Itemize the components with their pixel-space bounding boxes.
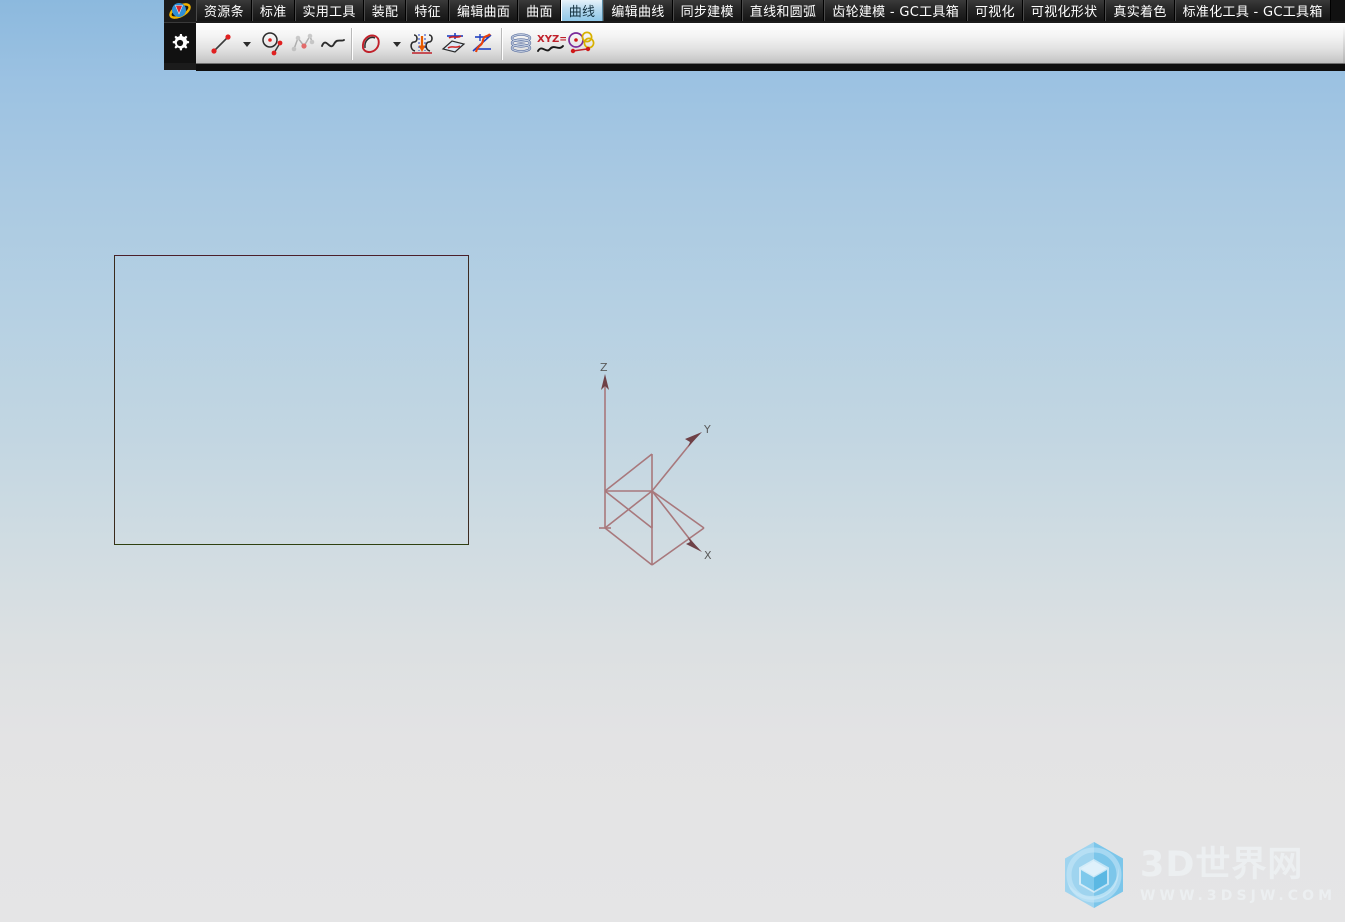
tab-standardization-gc[interactable]: 标准化工具 - GC工具箱 [1174,0,1331,21]
nx-application-window: Z Y X 3D世界网 WWW.3DSJW.COM 资源条 标准 实用工具 装配… [0,0,1345,922]
datum-csys[interactable]: Z Y X [578,360,738,570]
csys-xy-edge-2 [604,527,653,566]
tab-label: 资源条 [204,5,244,20]
tab-label: 编辑曲线 [611,5,665,20]
toolbar-polyline[interactable] [288,27,318,61]
chevron-down-icon [243,42,251,47]
toolbar-sketch-dropdown[interactable] [386,27,408,61]
offset-curve-icon [410,34,433,54]
csys-xy-edge-4 [651,490,705,529]
tab-edit-surface[interactable]: 编辑曲面 [448,0,519,21]
tab-label: 曲线 [568,5,596,20]
cube-hexagon-logo-icon [1065,842,1123,908]
helix-icon [510,33,532,53]
toolbar-under-shadow [196,63,1345,71]
tab-assembly[interactable]: 装配 [363,0,407,21]
tab-label: 直线和圆弧 [749,5,817,20]
polyline-icon [291,33,315,52]
spline-icon [321,39,345,48]
csys-x-label: X [704,549,712,562]
arc-circle-icon [262,32,283,56]
site-watermark: 3D世界网 WWW.3DSJW.COM [1058,838,1333,912]
tab-label: 标准化工具 - GC工具箱 [1182,5,1323,20]
sketch-rectangle[interactable] [114,255,469,545]
toolbar-line[interactable] [206,27,236,61]
toolbar-offset-curve[interactable] [408,27,438,61]
tab-gear-modeling-gc[interactable]: 齿轮建模 - GC工具箱 [824,0,967,21]
toolbar-group-basic-curves [206,25,348,63]
tab-true-shading[interactable]: 真实着色 [1105,0,1175,21]
toolbar-helix[interactable] [506,27,536,61]
csys-y-arrow [685,432,702,447]
csys-yz-edge-1 [604,453,653,492]
menu-gear-button[interactable] [164,22,196,63]
left-dock-strip [164,0,197,70]
toolbar-sketch-curve[interactable] [356,27,386,61]
tab-label: 装配 [371,5,399,20]
tab-label: 可视化形状 [1030,5,1098,20]
csys-y-label: Y [703,423,711,436]
chevron-down-icon [393,42,401,47]
tabbar-empty-area [1330,0,1345,21]
tab-visual-shape[interactable]: 可视化形状 [1022,0,1106,21]
sketch-curve-icon [362,34,380,53]
law-curve-label: XYZ= [537,34,566,45]
law-curve-xyz-icon: XYZ= [537,34,566,52]
line-icon [211,34,231,54]
toolbar-separator-2 [501,28,503,60]
watermark-title: 3D世界网 [1140,844,1304,885]
toolbar-intersect-curve[interactable] [468,27,498,61]
toolbar-law-curve[interactable]: XYZ= [536,27,566,61]
toolbar-line-dropdown[interactable] [236,27,258,61]
tab-label: 曲面 [526,5,553,20]
tab-label: 齿轮建模 - GC工具箱 [832,5,959,20]
tab-label: 可视化 [975,5,1015,20]
tab-label: 同步建模 [680,5,734,20]
tab-feature[interactable]: 特征 [406,0,449,21]
tab-edit-curve[interactable]: 编辑曲线 [603,0,673,21]
curve-toolbar-row: XYZ= [196,21,1345,71]
tab-line-and-arc[interactable]: 直线和圆弧 [741,0,825,21]
gear-icon [172,34,190,51]
tab-label: 真实着色 [1113,5,1167,20]
tab-synchronous-modeling[interactable]: 同步建模 [672,0,742,21]
graphics-viewport[interactable]: Z Y X 3D世界网 WWW.3DSJW.COM [0,0,1345,922]
toolbar-group-special-curves: XYZ= [506,25,596,63]
tab-label: 标准 [259,5,287,20]
ribbon-tab-bar[interactable]: 资源条 标准 实用工具 装配 特征 编辑曲面 曲面 曲线 编辑曲线 同步建模 直线和圆弧 齿轮建模 -… [196,0,1345,21]
tab-utilities[interactable]: 实用工具 [294,0,364,21]
toolbar-separator-1 [351,28,353,60]
tab-resource-bar[interactable]: 资源条 [196,0,252,21]
project-curve-icon [441,33,466,53]
tab-label: 实用工具 [302,5,356,20]
curve-toolbar[interactable]: XYZ= [196,23,1345,64]
tab-label: 编辑曲面 [456,5,511,20]
intersect-curve-icon [472,33,492,53]
csys-z-label: Z [600,361,608,374]
toolbar-curve-on-surface[interactable] [566,27,596,61]
tab-standard[interactable]: 标准 [251,0,295,21]
tab-label: 特征 [414,5,441,20]
toolbar-project-curve[interactable] [438,27,468,61]
tab-visualization[interactable]: 可视化 [967,0,1023,21]
tab-surface[interactable]: 曲面 [518,0,561,21]
tab-curve[interactable]: 曲线 [560,0,604,21]
toolbar-group-derived-curves [356,25,498,63]
nx-logo-icon[interactable] [164,0,196,21]
toolbar-spline[interactable] [318,27,348,61]
toolbar-arc-circle[interactable] [258,27,288,61]
curve-on-surface-icon [568,31,595,54]
watermark-url: WWW.3DSJW.COM [1140,887,1337,904]
